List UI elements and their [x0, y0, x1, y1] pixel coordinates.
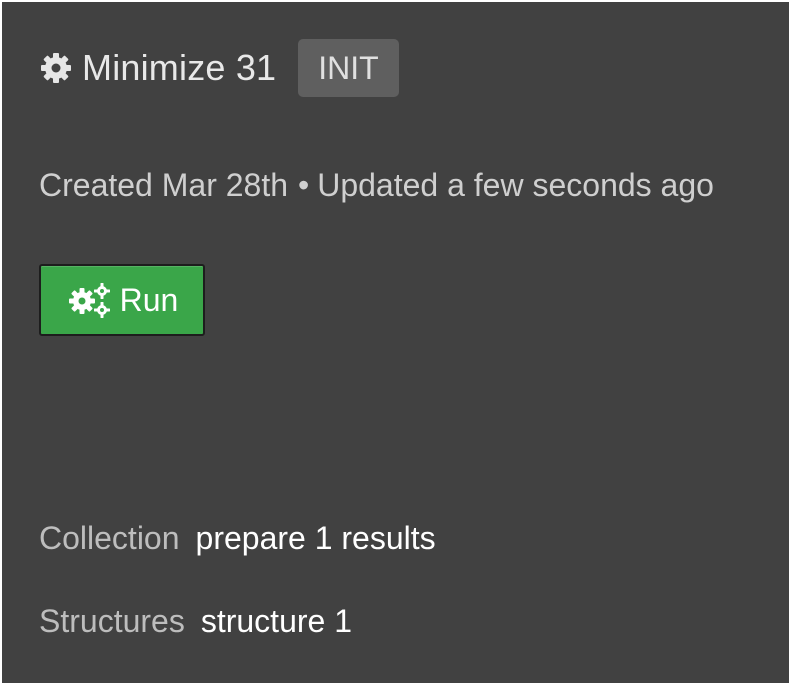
- collection-link[interactable]: prepare 1 results: [196, 520, 436, 556]
- status-badge: INIT: [298, 39, 399, 97]
- created-date: Created Mar 28th: [39, 167, 289, 203]
- separator-dot: •: [298, 167, 310, 203]
- gear-icon: [38, 50, 74, 86]
- timestamps: Created Mar 28th • Updated a few seconds a…: [39, 167, 714, 204]
- structure-link[interactable]: structure 1: [201, 603, 352, 639]
- cogs-icon: [66, 281, 112, 319]
- structures-row: Structures structure 1: [39, 603, 352, 640]
- structures-label: Structures: [39, 603, 185, 639]
- page-title: Minimize 31: [82, 47, 277, 88]
- detail-panel: Minimize 31 INIT Created Mar 28th • Update…: [2, 2, 789, 683]
- run-button[interactable]: Run: [39, 264, 205, 336]
- run-button-label: Run: [119, 281, 179, 318]
- title-row: Minimize 31 INIT: [38, 38, 399, 98]
- collection-label: Collection: [39, 520, 180, 556]
- updated-date: Updated a few seconds ago: [317, 167, 714, 203]
- collection-row: Collection prepare 1 results: [39, 520, 436, 557]
